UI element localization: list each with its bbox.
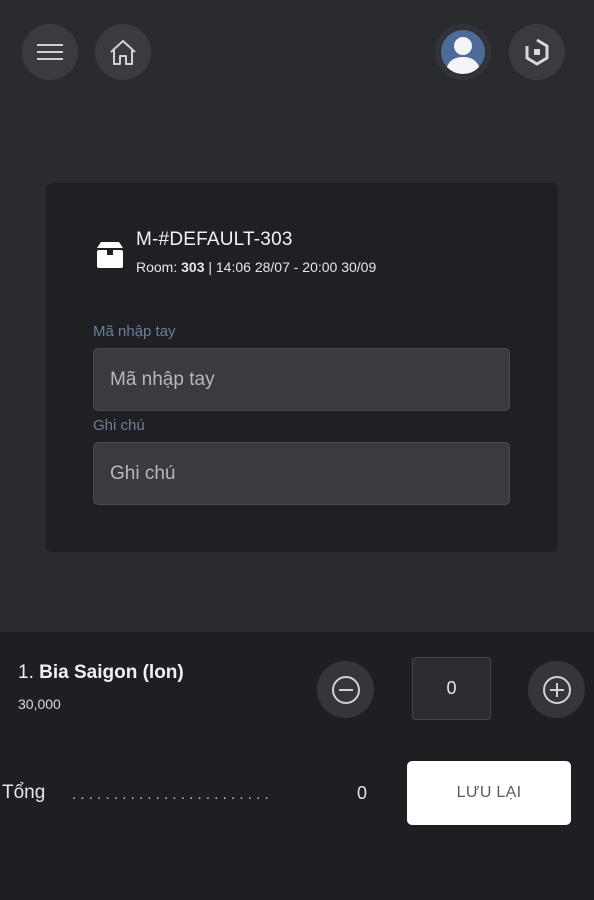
manual-code-input[interactable] [93,348,510,411]
total-label: Tổng [2,782,46,803]
home-button[interactable] [95,24,151,80]
decrease-quantity-button[interactable] [317,661,374,718]
save-button[interactable]: LƯU LẠI [407,761,571,825]
avatar[interactable] [435,24,491,80]
order-card: M-#DEFAULT-303 Room: 303 | 14:06 28/07 -… [46,183,558,552]
increase-quantity-button[interactable] [528,661,585,718]
quantity-field[interactable]: 0 [412,657,491,720]
minus-circle-icon [331,675,360,704]
note-input[interactable] [93,442,510,505]
hamburger-menu-icon [37,44,63,60]
item-price: 30,000 [18,696,61,712]
room-label: Room: [136,259,182,275]
item-name: 1. Bia Saigon (lon) [18,662,184,684]
home-icon [110,40,136,65]
dotted-leader: ........................ [72,786,273,803]
manual-code-label: Mã nhập tay [93,323,176,340]
time-range: | 14:06 28/07 - 20:00 30/09 [204,259,377,275]
item-index: 1. [18,662,40,683]
item-title: Bia Saigon (lon) [39,662,184,683]
user-avatar-icon [445,37,481,74]
order-header: M-#DEFAULT-303 Room: 303 | 14:06 28/07 -… [94,229,376,275]
menu-button[interactable] [22,24,78,80]
total-value: 0 [357,783,368,803]
package-box-icon [97,242,123,268]
room-number: 303 [181,259,205,275]
app-logo-button[interactable] [509,24,565,80]
order-code: M-#DEFAULT-303 [136,229,293,250]
app-logo-icon [525,38,549,66]
note-label: Ghi chú [93,417,145,434]
plus-circle-icon [542,675,571,704]
order-summary-panel: 1. Bia Saigon (lon) 30,000 0 Tổng ......… [0,632,594,900]
order-meta: Room: 303 | 14:06 28/07 - 20:00 30/09 [136,259,376,275]
